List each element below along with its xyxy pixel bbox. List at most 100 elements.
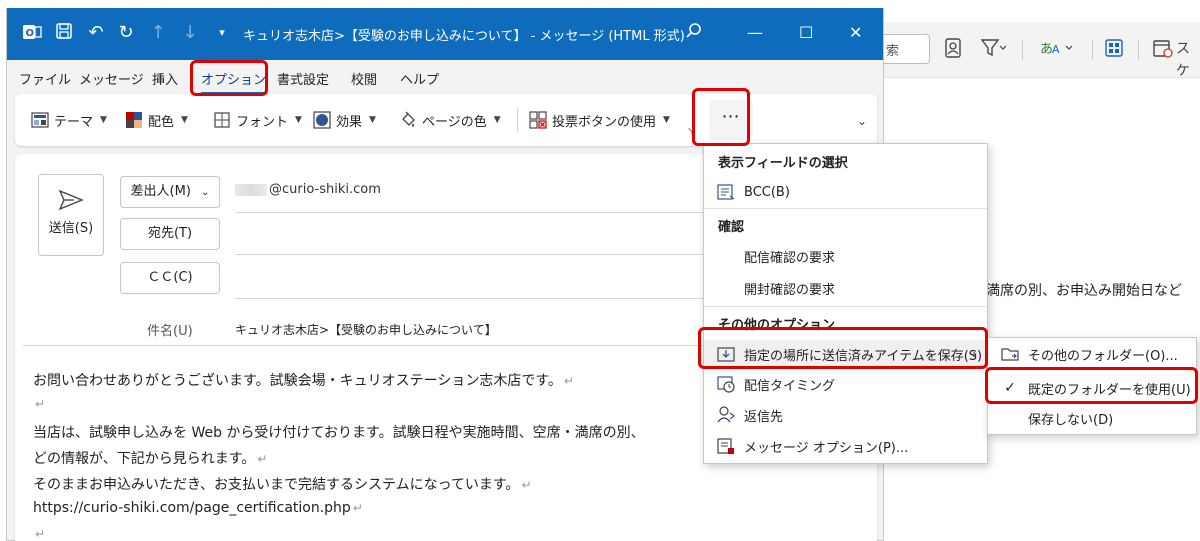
voting-buttons-button[interactable]: 投票ボタンの使用 ▼: [529, 110, 670, 130]
body-line[interactable]: https://curio-shiki.com/page_certificati…: [33, 500, 363, 516]
body-line[interactable]: ↵: [33, 396, 45, 412]
paint-bucket-icon: [402, 111, 415, 127]
subject-label: 件名(U): [147, 324, 193, 339]
themes-button[interactable]: テーマ ▼: [31, 110, 107, 130]
delay-delivery-menu-item[interactable]: 配信タイミング: [704, 370, 987, 398]
delivery-receipt-menu-item[interactable]: 配信確認の要求: [704, 242, 987, 270]
body-line[interactable]: ↵: [33, 526, 45, 541]
background-search-box[interactable]: 索: [884, 34, 930, 64]
title-bar: O ↶ ↻ ↑ ↓ ▾ キュリオ志木店>【受験のお申し込みについて】 - メッセ…: [7, 8, 883, 60]
background-body-text: 満席の別、お申込み開始日など: [986, 283, 1182, 299]
themes-icon: [31, 112, 49, 128]
contact-icon[interactable]: [944, 38, 962, 60]
to-button[interactable]: 宛先(T): [120, 218, 220, 250]
other-folder-menu-item[interactable]: その他のフォルダー(O)...: [988, 340, 1196, 368]
effects-label: 効果: [336, 114, 363, 130]
background-right-label: スケ: [1176, 41, 1190, 79]
chevron-down-icon: ▼: [493, 115, 501, 125]
message-options-menu-item[interactable]: メッセージ オプション(P)...: [704, 432, 987, 460]
save-icon[interactable]: [53, 22, 75, 44]
cc-button[interactable]: ＣＣ(C): [120, 262, 220, 294]
from-address: @curio-shiki.com: [235, 182, 381, 197]
window-title: キュリオ志木店>【受験のお申し込みについて】 - メッセージ (HTML 形式): [243, 29, 685, 44]
effects-button[interactable]: 効果 ▼: [313, 110, 376, 130]
menu-header-confirm: 確認: [718, 220, 745, 235]
more-options-menu: 表示フィールドの選択 BCC(B) 確認 配信確認の要求 開封確認の要求 その他…: [703, 143, 988, 464]
message-options-icon: [717, 438, 734, 454]
highlight-options-tab: [190, 60, 268, 96]
menu-insert[interactable]: 挿入: [152, 69, 178, 88]
voting-icon: [529, 111, 547, 129]
outlook-icon: O: [21, 22, 43, 44]
chevron-down-icon: ▼: [181, 115, 188, 125]
reply-to-label: 返信先: [744, 409, 784, 425]
fonts-button[interactable]: フォント ▼: [213, 110, 302, 130]
highlight-save-sent-item: [698, 327, 988, 369]
maximize-icon[interactable]: ☐: [799, 22, 813, 44]
effects-icon: [313, 111, 331, 129]
folder-icon: [1001, 348, 1019, 361]
from-address-text: @curio-shiki.com: [269, 182, 381, 197]
chevron-down-icon: ▼: [663, 115, 670, 125]
other-folder-label: その他のフォルダー(O)...: [1028, 348, 1178, 364]
undo-icon[interactable]: ↶: [85, 22, 107, 44]
background-search-text: 索: [886, 44, 900, 59]
dont-save-menu-item[interactable]: 保存しない(D): [988, 404, 1196, 432]
delay-delivery-icon: [717, 376, 735, 393]
menu-format[interactable]: 書式設定: [277, 69, 329, 88]
filter-icon[interactable]: [980, 38, 1007, 60]
previous-item-icon[interactable]: ↑: [147, 22, 169, 44]
body-line[interactable]: どの情報が、下記から見られます。 ↵: [33, 448, 267, 468]
search-icon[interactable]: [685, 22, 703, 46]
delivery-receipt-label: 配信確認の要求: [744, 250, 836, 266]
menu-help[interactable]: ヘルプ: [400, 69, 439, 88]
read-receipt-label: 開封確認の要求: [744, 282, 836, 298]
colors-button[interactable]: 配色 ▼: [125, 110, 188, 130]
svg-text:O: O: [26, 28, 35, 39]
bcc-icon: [717, 184, 735, 200]
read-receipt-menu-item[interactable]: 開封確認の要求: [704, 274, 987, 302]
redo-icon[interactable]: ↻: [115, 22, 137, 44]
delay-delivery-label: 配信タイミング: [744, 378, 836, 394]
subject-field[interactable]: キュリオ志木店>【受験のお申し込みについて】: [235, 321, 497, 338]
send-button[interactable]: 送信(S): [38, 174, 104, 256]
highlight-more-button: [692, 88, 750, 146]
colors-label: 配色: [148, 114, 175, 130]
to-field[interactable]: [235, 254, 715, 255]
cc-field[interactable]: [235, 298, 715, 299]
next-item-icon[interactable]: ↓: [179, 22, 201, 44]
from-label: 差出人(M): [130, 184, 191, 199]
body-line[interactable]: お問い合わせありがとうございます。試験会場・キュリオステーション志木店です。 ↵: [33, 370, 574, 390]
page-color-button[interactable]: ページの色 ▼: [399, 110, 501, 130]
send-label: 送信(S): [48, 221, 94, 236]
menu-file[interactable]: ファイル: [19, 69, 71, 88]
calendar-icon[interactable]: [1152, 38, 1174, 60]
reply-to-icon: [717, 406, 736, 423]
body-line[interactable]: 当店は、試験申し込みを Web から受け付けております。試験日程や実施時間、空席…: [33, 422, 645, 442]
chevron-down-icon: ⌄: [201, 187, 210, 198]
minimize-icon[interactable]: —: [747, 22, 763, 44]
voting-label: 投票ボタンの使用: [552, 114, 657, 130]
bcc-menu-item[interactable]: BCC(B): [704, 178, 987, 206]
menu-message[interactable]: メッセージ: [79, 69, 144, 88]
bcc-label: BCC(B): [744, 184, 790, 200]
apps-icon[interactable]: [1104, 38, 1124, 60]
reply-to-menu-item[interactable]: 返信先: [704, 401, 987, 429]
menu-header-fields: 表示フィールドの選択: [718, 156, 848, 171]
menu-review[interactable]: 校閲: [351, 69, 377, 88]
translate-icon[interactable]: あA: [1040, 38, 1074, 60]
chevron-down-icon: ▼: [369, 115, 376, 125]
message-options-label: メッセージ オプション(P)...: [744, 440, 909, 456]
customize-qat-icon[interactable]: ▾: [211, 22, 233, 44]
collapse-ribbon-icon[interactable]: ⌄: [857, 114, 867, 128]
menu-bar: ファイル メッセージ 挿入 オプション 書式設定 校閲 ヘルプ: [7, 60, 883, 94]
svg-text:A: A: [1052, 43, 1060, 56]
from-button[interactable]: 差出人(M) ⌄: [120, 176, 220, 208]
send-icon: [58, 189, 84, 211]
background-toolbar: 索 あA スケ: [884, 22, 1200, 79]
body-line[interactable]: そのままお申込みいただき、お支払いまで完結するシステムになっています。 ↵: [33, 474, 532, 494]
close-icon[interactable]: ✕: [849, 22, 862, 44]
chevron-down-icon: ▼: [100, 115, 107, 125]
dont-save-label: 保存しない(D): [1028, 412, 1114, 428]
fonts-icon: [214, 112, 230, 128]
